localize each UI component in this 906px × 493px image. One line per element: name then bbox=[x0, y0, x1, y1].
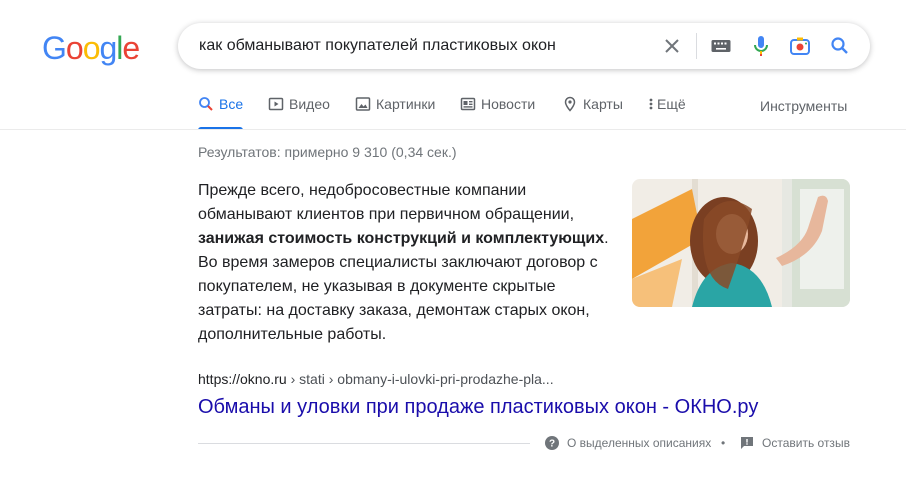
tab-news[interactable]: Новости bbox=[460, 96, 535, 130]
result-path: › stati › obmany-i-ulovki-pri-prodazhe-p… bbox=[286, 371, 554, 387]
help-icon: ? bbox=[545, 436, 559, 450]
clear-icon[interactable] bbox=[660, 34, 684, 58]
google-logo[interactable]: Google bbox=[42, 30, 140, 66]
logo-letter: e bbox=[122, 30, 140, 66]
svg-text:?: ? bbox=[549, 439, 555, 450]
tab-label: Новости bbox=[481, 96, 536, 112]
result-stats: Результатов: примерно 9 310 (0,34 сек.) bbox=[198, 144, 457, 160]
tab-video[interactable]: Видео bbox=[268, 96, 330, 130]
tab-label: Все bbox=[219, 96, 244, 112]
about-snippets-label: О выделенных описаниях bbox=[567, 436, 712, 450]
search-divider bbox=[696, 33, 697, 59]
tab-all[interactable]: Все bbox=[198, 96, 243, 130]
tab-maps[interactable]: Карты bbox=[562, 96, 623, 130]
search-icon bbox=[199, 97, 213, 111]
image-icon bbox=[355, 97, 371, 111]
tab-label: Ещё bbox=[657, 96, 686, 112]
feedback-label: Оставить отзыв bbox=[762, 436, 850, 450]
news-icon bbox=[460, 97, 476, 111]
tab-label: Видео bbox=[289, 96, 330, 112]
tab-more[interactable]: Ещё bbox=[648, 96, 686, 130]
search-input[interactable]: как обманывают покупателей пластиковых о… bbox=[199, 36, 556, 56]
more-vert-icon bbox=[649, 98, 653, 110]
tab-label: Картинки bbox=[376, 96, 436, 112]
logo-letter: o bbox=[82, 30, 101, 66]
result-domain: https://okno.ru bbox=[198, 371, 287, 387]
result-title-link[interactable]: Обманы и уловки при продаже пластиковых … bbox=[198, 394, 758, 420]
footer-separator: • bbox=[721, 436, 726, 450]
microphone-icon[interactable] bbox=[749, 34, 773, 58]
featured-snippet-text: Прежде всего, недобросовестные компании … bbox=[198, 179, 618, 347]
logo-letter: o bbox=[65, 30, 84, 66]
search-icon[interactable] bbox=[828, 34, 852, 58]
result-url[interactable]: https://okno.ru › stati › obmany-i-ulovk… bbox=[198, 370, 554, 388]
snippet-text-bold: занижая стоимость конструкций и комплект… bbox=[198, 230, 605, 247]
logo-letter: g bbox=[99, 30, 117, 66]
tab-label: Карты bbox=[583, 96, 623, 112]
video-icon bbox=[268, 97, 284, 111]
feedback-link[interactable]: Оставить отзыв bbox=[740, 436, 850, 450]
snippet-thumbnail[interactable] bbox=[632, 179, 850, 307]
tabs-divider bbox=[0, 129, 906, 130]
tab-images[interactable]: Картинки bbox=[355, 96, 435, 130]
snippet-divider bbox=[198, 443, 530, 444]
about-snippets-link[interactable]: ? О выделенных описаниях bbox=[545, 436, 711, 450]
feedback-icon bbox=[741, 437, 753, 449]
search-box[interactable]: как обманывают покупателей пластиковых о… bbox=[178, 23, 870, 69]
tools-button[interactable]: Инструменты bbox=[760, 98, 847, 114]
snippet-text-before: Прежде всего, недобросовестные компании … bbox=[198, 182, 575, 223]
camera-lens-icon[interactable] bbox=[788, 34, 812, 58]
keyboard-icon[interactable] bbox=[709, 34, 733, 58]
location-pin-icon bbox=[564, 96, 576, 112]
logo-letter: G bbox=[42, 30, 67, 66]
